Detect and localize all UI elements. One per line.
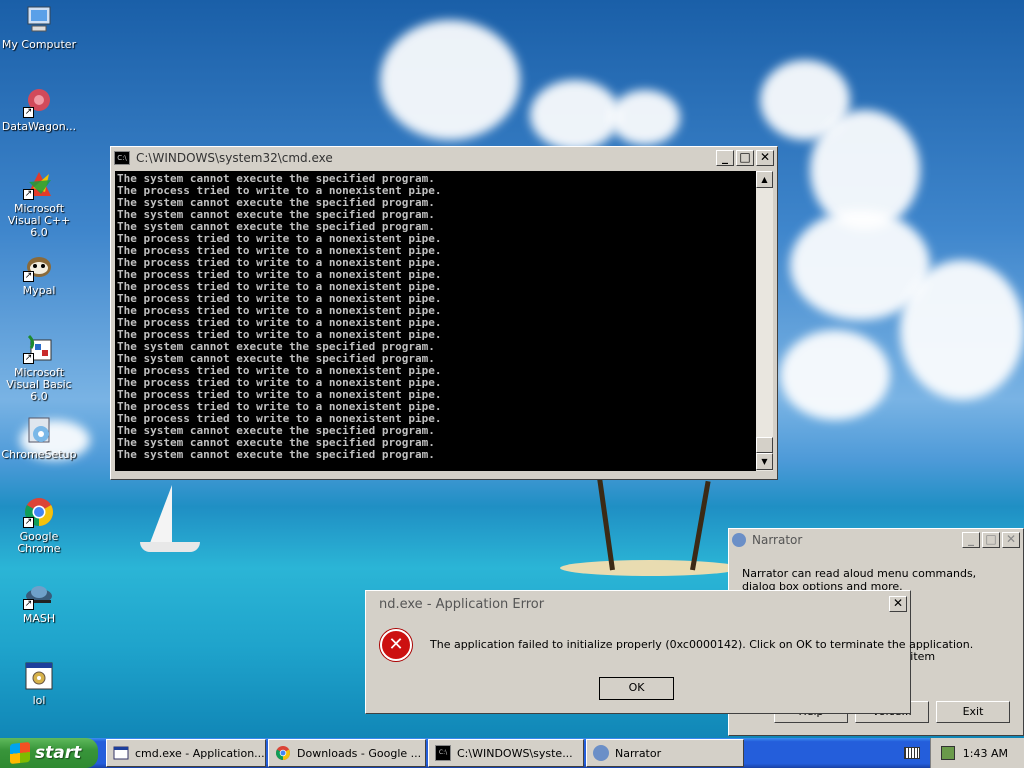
mash-icon: ↗ [23,578,55,610]
taskbar: start cmd.exe - Application... Downloads… [0,738,1024,768]
chrome-icon: ↗ [23,496,55,528]
cmd-icon: C:\ [435,745,451,761]
desktop-icon-visual-cpp[interactable]: ↗ Microsoft Visual C++ 6.0 [0,168,78,239]
console-output[interactable]: The system cannot execute the specified … [115,171,757,471]
system-tray: 1:43 AM [930,738,1024,768]
narrator-icon [593,745,609,761]
datawagon-icon: ↗ [23,86,55,118]
network-icon[interactable] [941,746,955,760]
taskbar-item-label: Narrator [615,746,662,760]
exit-button[interactable]: Exit [936,701,1010,723]
scroll-down-icon[interactable]: ▼ [756,453,773,470]
ok-button[interactable]: OK [598,676,675,701]
cmd-window[interactable]: C:\ C:\WINDOWS\system32\cmd.exe _ □ ✕ Th… [110,146,778,480]
error-title: nd.exe - Application Error [379,596,545,612]
narrator-icon [732,533,746,547]
desktop-icon-visual-basic[interactable]: ↗ Microsoft Visual Basic 6.0 [0,332,78,403]
desktop-icon-mash[interactable]: ↗ MASH [0,578,78,625]
taskbar-item-label: cmd.exe - Application... [135,746,265,760]
close-button[interactable]: ✕ [756,150,774,166]
close-button[interactable]: ✕ [1002,532,1020,548]
desktop-icon-label: My Computer [1,38,77,51]
cmd-title: C:\WINDOWS\system32\cmd.exe [136,151,333,165]
desktop-icon-label: ChromeSetup [1,448,77,461]
desktop-icon-datawagon[interactable]: ↗ DataWagon... [0,86,78,133]
taskbar-item-cmd-error[interactable]: cmd.exe - Application... [106,739,266,767]
shortcut-arrow-icon: ↗ [23,271,34,282]
desktop-icon-my-computer[interactable]: My Computer [0,4,78,51]
shortcut-arrow-icon: ↗ [23,353,34,364]
shortcut-arrow-icon: ↗ [23,599,34,610]
clock[interactable]: 1:43 AM [963,747,1008,760]
maximize-button[interactable]: □ [982,532,1000,548]
desktop-icon-label: MASH [22,612,56,625]
scroll-thumb[interactable] [756,437,773,453]
windows-logo-icon [10,741,30,765]
taskbar-item-cmd[interactable]: C:\ C:\WINDOWS\syste... [428,739,584,767]
computer-icon [23,4,55,36]
cmd-title-bar[interactable]: C:\ C:\WINDOWS\system32\cmd.exe _ □ ✕ [111,147,777,169]
keyboard-icon[interactable] [904,747,920,759]
cmd-icon: C:\ [114,151,130,165]
error-message: The application failed to initialize pro… [430,638,974,651]
chrome-setup-icon [23,414,55,446]
desktop-icon-label: lol [32,694,46,707]
close-button[interactable]: ✕ [889,596,907,612]
desktop-icon-label: Microsoft Visual C++ 6.0 [7,202,71,239]
window-icon [113,746,129,760]
narrator-title: Narrator [752,533,803,547]
shortcut-arrow-icon: ↗ [23,517,34,528]
console-scrollbar[interactable]: ▲ ▼ [756,171,773,471]
desktop-icon-mypal[interactable]: ↗ Mypal [0,250,78,297]
desktop-icon-lol[interactable]: lol [0,660,78,707]
desktop-icon-chromesetup[interactable]: ChromeSetup [0,414,78,461]
desktop-icon-label: Google Chrome [17,530,61,555]
visual-cpp-icon: ↗ [23,168,55,200]
taskbar-item-chrome[interactable]: Downloads - Google ... [268,739,426,767]
taskbar-item-label: Downloads - Google ... [297,746,422,760]
console-line: The system cannot execute the specified … [117,448,435,461]
shortcut-arrow-icon: ↗ [23,189,34,200]
desktop-icon-google-chrome[interactable]: ↗ Google Chrome [0,496,78,555]
desktop-icon-label: Mypal [22,284,56,297]
mypal-icon: ↗ [23,250,55,282]
taskbar-item-narrator[interactable]: Narrator [586,739,744,767]
visual-basic-icon: ↗ [23,332,55,364]
minimize-button[interactable]: _ [716,150,734,166]
error-icon: ✕ [380,629,412,661]
start-button[interactable]: start [0,738,98,768]
taskbar-item-label: C:\WINDOWS\syste... [457,746,573,760]
narrator-title-bar[interactable]: Narrator _ □ ✕ [729,529,1023,551]
error-title-bar[interactable]: nd.exe - Application Error ✕ [366,591,910,617]
application-error-dialog[interactable]: nd.exe - Application Error ✕ ✕ The appli… [365,590,973,714]
maximize-button[interactable]: □ [736,150,754,166]
desktop-icon-label: DataWagon... [1,120,77,133]
narrator-description: Narrator can read aloud menu commands, d… [742,567,977,591]
scroll-up-icon[interactable]: ▲ [756,171,773,188]
desktop-icon-label: Microsoft Visual Basic 6.0 [6,366,72,403]
chrome-icon [276,746,290,760]
batch-file-icon [23,660,55,692]
start-label: start [35,743,82,763]
shortcut-arrow-icon: ↗ [23,107,34,118]
minimize-button[interactable]: _ [962,532,980,548]
